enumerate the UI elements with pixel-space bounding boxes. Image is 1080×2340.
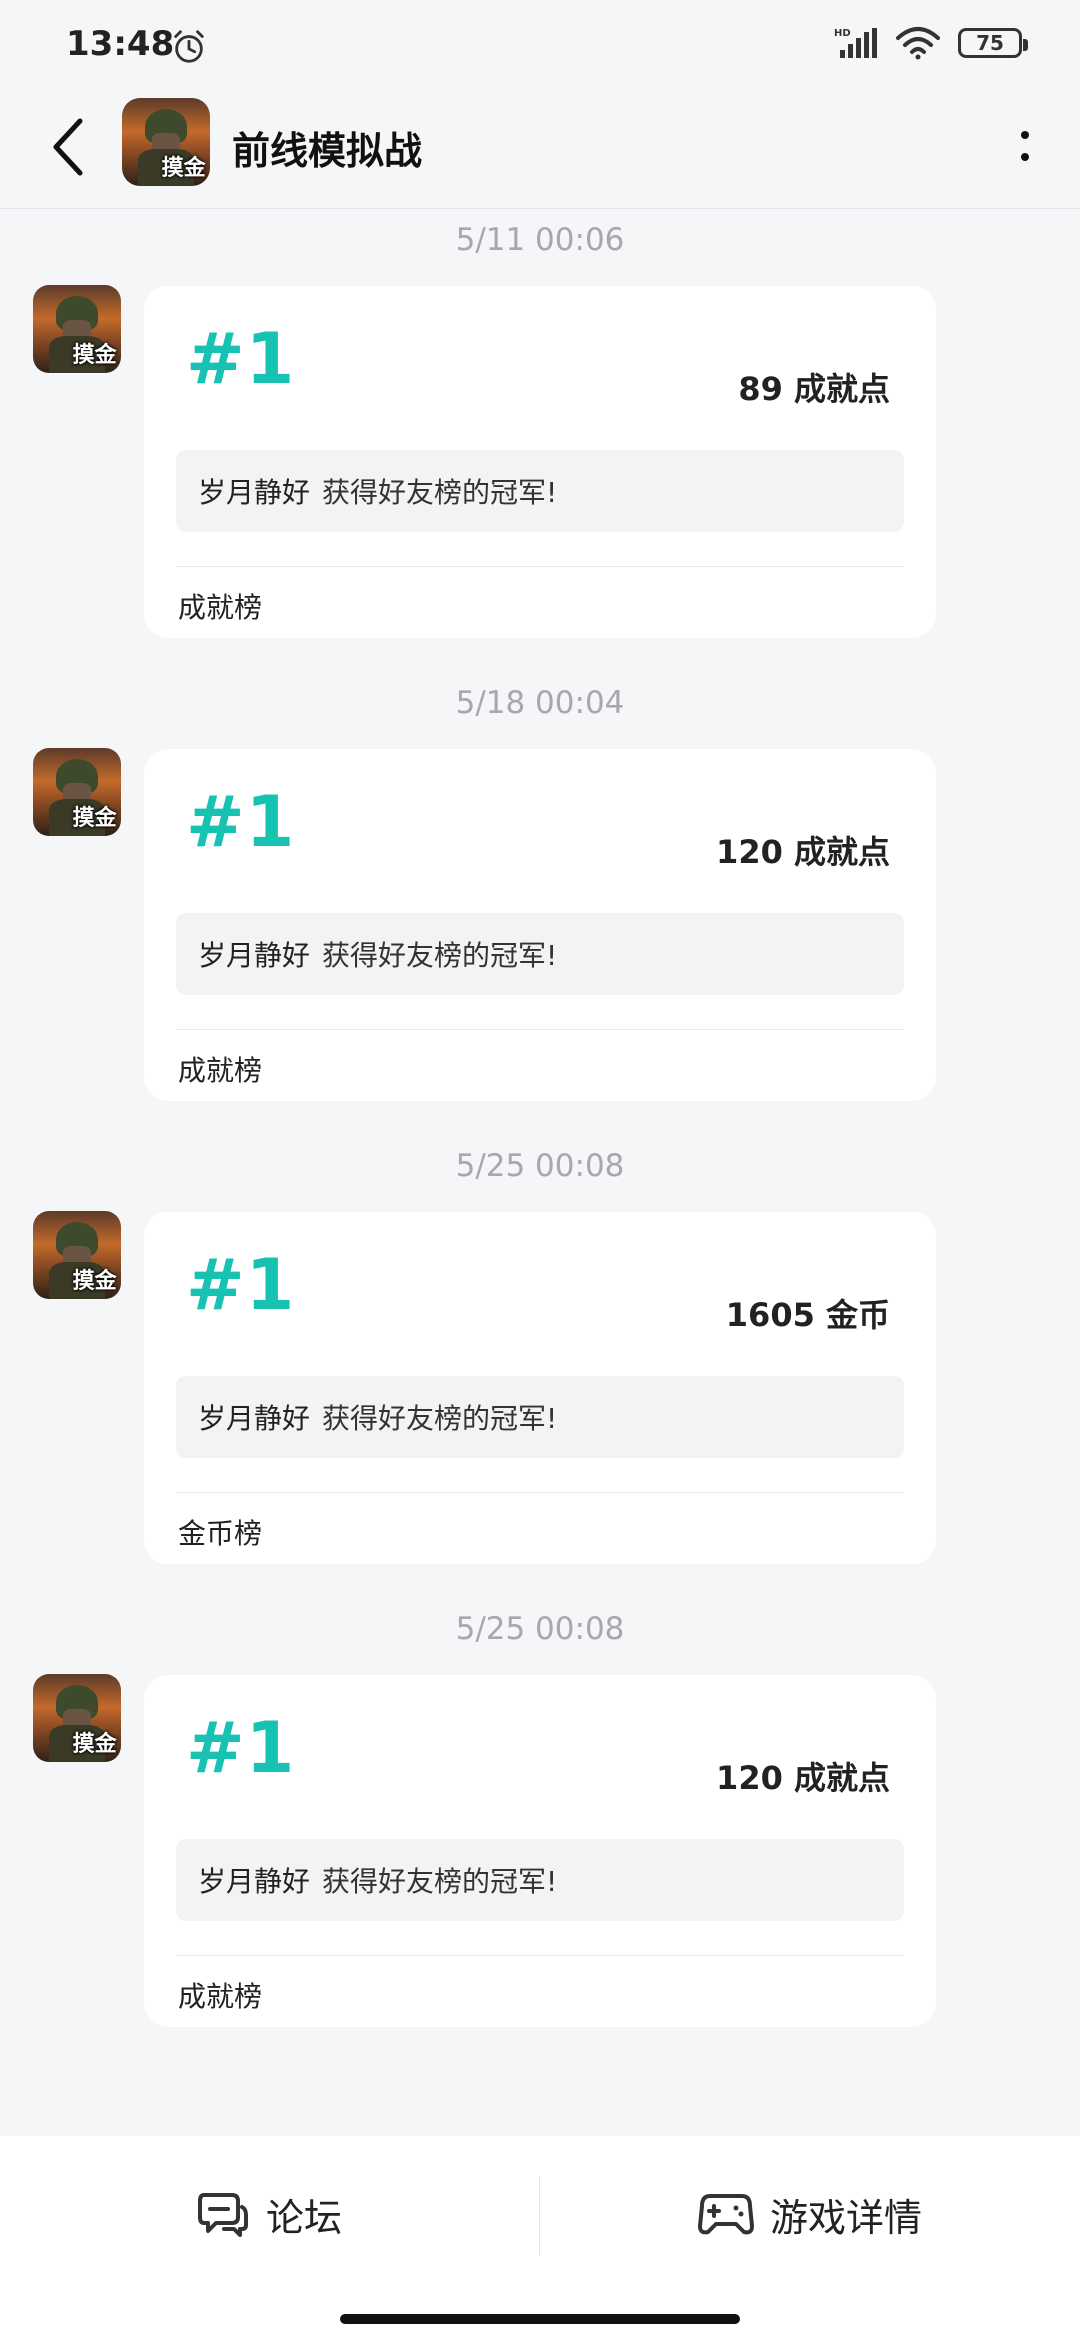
more-options-button[interactable] [1010,116,1040,176]
card-divider [176,1492,904,1493]
back-button[interactable] [40,112,96,182]
nav-divider [539,2176,540,2256]
player-name: 岁月静好 [198,476,311,509]
game-art-image: 摸金 [33,748,121,836]
game-avatar[interactable]: 摸金 [122,98,210,186]
points-value: 1605 金币 [725,1296,890,1334]
forum-icon [198,2193,248,2237]
message-text: 获得好友榜的冠军! [322,1402,558,1435]
card-divider [176,1955,904,1956]
back-arrow-icon [53,118,83,176]
rank-label: #1 [186,318,296,400]
message-timestamp: 5/25 00:08 [455,1611,625,1647]
message-text: 获得好友榜的冠军! [322,939,558,972]
gamepad-icon [698,2194,754,2235]
points-value: 120 成就点 [716,1759,890,1797]
status-time: 13:48 [66,24,175,64]
bottom-navigation: 论坛 游戏详情 [0,2136,1080,2340]
game-art-image: 摸金 [33,285,121,373]
message-timestamp: 5/18 00:04 [455,685,625,721]
rank-label: #1 [186,1707,296,1789]
message-box: 岁月静好 获得好友榜的冠军! [176,1376,904,1458]
leaderboard-card[interactable]: #1 89 成就点 岁月静好 获得好友榜的冠军! 成就榜 [144,286,936,638]
battery-indicator: 75 [958,28,1028,58]
message-box: 岁月静好 获得好友榜的冠军! [176,450,904,532]
message-box: 岁月静好 获得好友榜的冠军! [176,1839,904,1921]
board-name: 成就榜 [178,591,263,624]
more-dot-icon [1021,153,1029,161]
sender-avatar[interactable]: 摸金 [33,1211,121,1299]
leaderboard-card[interactable]: #1 120 成就点 岁月静好 获得好友榜的冠军! 成就榜 [144,749,936,1101]
chat-header: 摸金 前线模拟战 [0,90,1080,209]
status-icons: HD 75 [834,26,1028,60]
message-box: 岁月静好 获得好友榜的冠军! [176,913,904,995]
signal-icon: HD [834,28,877,58]
player-name: 岁月静好 [198,939,311,972]
card-divider [176,1029,904,1030]
points-value: 89 成就点 [738,370,890,408]
home-indicator[interactable] [340,2314,740,2324]
rank-label: #1 [186,781,296,863]
message-text: 获得好友榜的冠军! [322,476,558,509]
game-art-image: 摸金 [33,1674,121,1762]
player-name: 岁月静好 [198,1865,311,1898]
sender-avatar[interactable]: 摸金 [33,1674,121,1762]
card-divider [176,566,904,567]
wifi-icon [896,27,940,60]
sender-avatar[interactable]: 摸金 [33,748,121,836]
page-title: 前线模拟战 [232,129,423,173]
forum-button[interactable]: 论坛 [196,2178,342,2250]
player-name: 岁月静好 [198,1402,311,1435]
forum-label: 论坛 [266,2195,343,2240]
board-name: 金币榜 [178,1517,263,1550]
more-dot-icon [1021,131,1029,139]
network-type-label: HD [834,28,851,39]
game-detail-button[interactable]: 游戏详情 [698,2178,922,2250]
sender-avatar[interactable]: 摸金 [33,285,121,373]
game-art-image: 摸金 [122,98,210,186]
board-name: 成就榜 [178,1980,263,2013]
message-timestamp: 5/11 00:06 [455,222,625,258]
points-value: 120 成就点 [716,833,890,871]
alarm-icon [174,30,204,63]
game-art-image: 摸金 [33,1211,121,1299]
game-detail-label: 游戏详情 [770,2195,923,2240]
message-timestamp: 5/25 00:08 [455,1148,625,1184]
board-name: 成就榜 [178,1054,263,1087]
rank-label: #1 [186,1244,296,1326]
leaderboard-card[interactable]: #1 120 成就点 岁月静好 获得好友榜的冠军! 成就榜 [144,1675,936,2027]
message-text: 获得好友榜的冠军! [322,1865,558,1898]
status-bar: 13:48 HD 75 [0,0,1080,90]
leaderboard-card[interactable]: #1 1605 金币 岁月静好 获得好友榜的冠军! 金币榜 [144,1212,936,1564]
